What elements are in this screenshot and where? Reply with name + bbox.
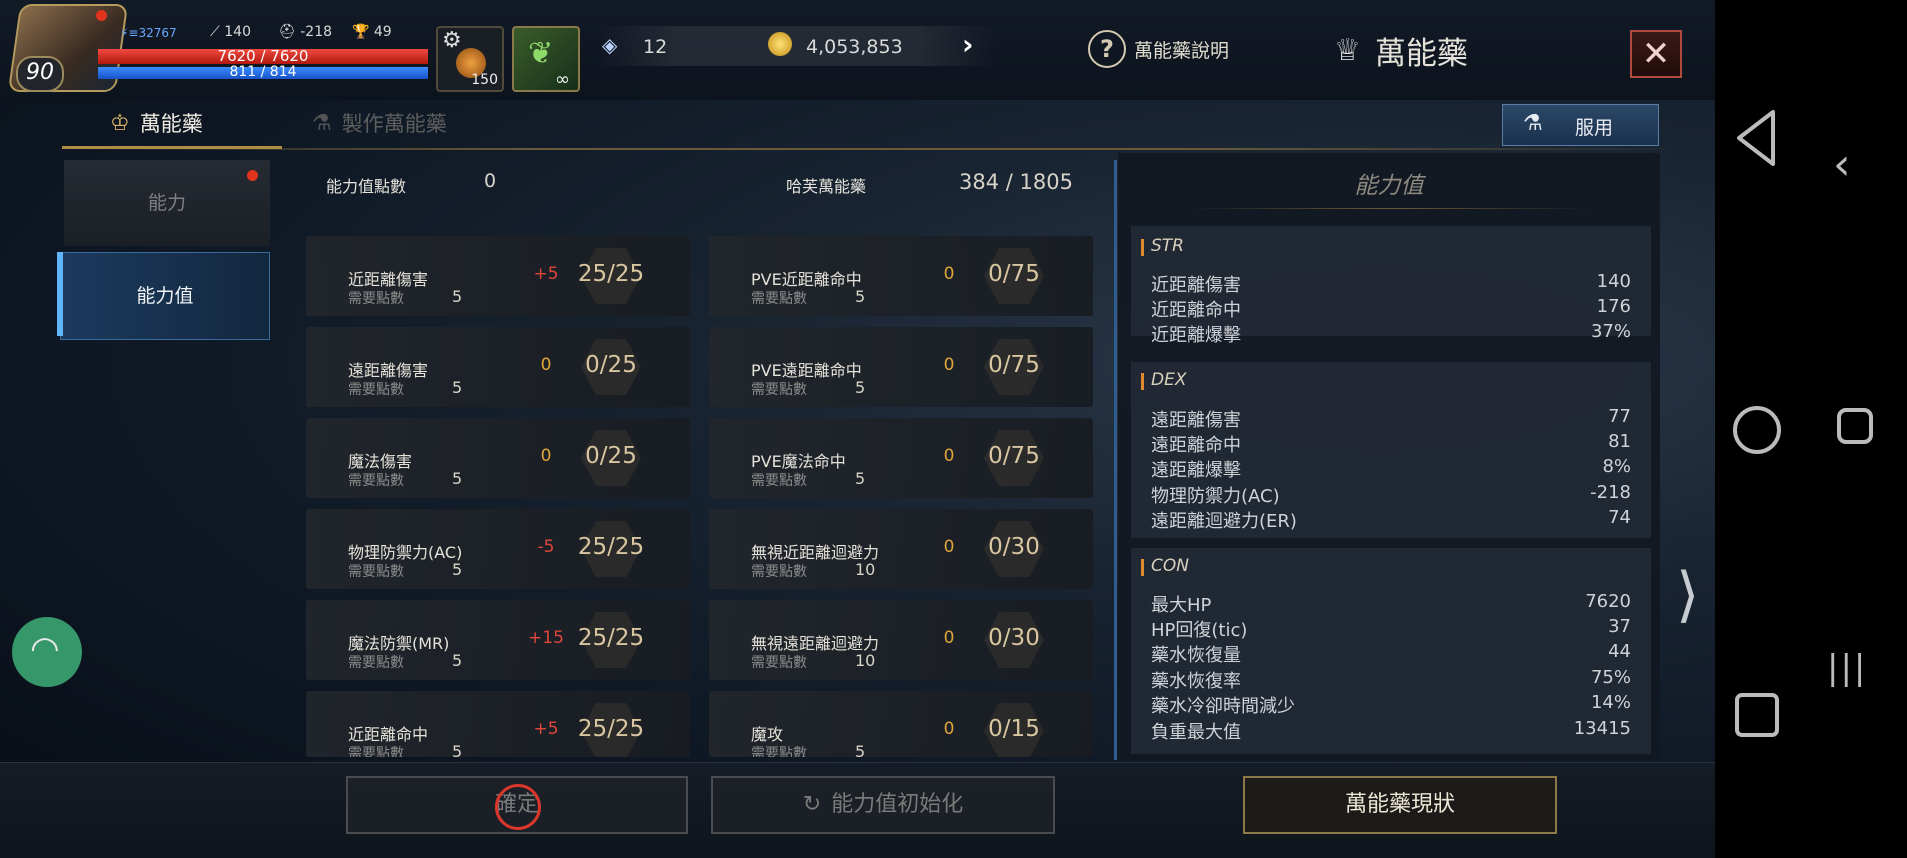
active-indicator bbox=[57, 252, 63, 336]
question-icon: ? bbox=[1088, 30, 1126, 68]
elixir-label: 哈芙萬能藥 bbox=[786, 177, 867, 196]
stat-row: 遠距離迴避力(ER) 74 bbox=[1151, 507, 1631, 532]
stat-card[interactable]: 近距離命中 需要點數 5 +5 25/25 bbox=[306, 691, 690, 757]
elixir-status-button[interactable]: 萬能藥現狀 bbox=[1243, 776, 1557, 834]
stat-card[interactable]: PVE遠距離命中 需要點數 5 0 0/75 bbox=[709, 327, 1093, 407]
power-stat: ⚡≡32767 bbox=[120, 26, 177, 40]
title-divider bbox=[1190, 208, 1590, 209]
stat-row: 藥水恢復率 75% bbox=[1151, 667, 1631, 692]
stat-card[interactable]: 魔法傷害 需要點數 5 0 0/25 bbox=[306, 418, 690, 498]
wifi-icon: ◠ bbox=[30, 629, 60, 669]
stat-row: 藥水冷卻時間減少 14% bbox=[1151, 692, 1631, 717]
use-button[interactable]: ⚗ 服用 bbox=[1502, 104, 1659, 146]
home-square-icon[interactable] bbox=[1837, 408, 1873, 444]
back-chevron-icon[interactable]: ‹ bbox=[1833, 143, 1851, 187]
potion-flask-icon: ⚗ bbox=[1523, 111, 1543, 136]
chevron-right-icon[interactable]: › bbox=[962, 28, 974, 61]
trophy-icon: 🏆 bbox=[352, 24, 370, 40]
reset-stats-button[interactable]: ↻ 能力值初始化 bbox=[711, 776, 1055, 834]
sword-icon: ⟋ bbox=[210, 24, 220, 40]
stat-row: 最大HP 7620 bbox=[1151, 591, 1631, 616]
close-button[interactable]: ✕ bbox=[1630, 30, 1682, 78]
back-triangle-icon[interactable] bbox=[1735, 108, 1777, 168]
side-panel-toggle-icon[interactable]: ⟩ bbox=[1676, 560, 1699, 630]
stat-card[interactable]: 遠距離傷害 需要點數 5 0 0/25 bbox=[306, 327, 690, 407]
crown-icon: ♔ bbox=[110, 110, 130, 136]
stat-card[interactable]: 無視遠距離迴避力 需要點數 10 0 0/30 bbox=[709, 600, 1093, 680]
stat-row: 近距離傷害 140 bbox=[1151, 271, 1631, 296]
tab-craft-elixir[interactable]: ⚗ 製作萬能藥 bbox=[312, 108, 447, 138]
section-heading: STR bbox=[1131, 236, 1651, 256]
stat-row: 物理防禦力(AC) -218 bbox=[1151, 482, 1631, 507]
active-tab-indicator bbox=[62, 146, 282, 149]
stat-row: 近距離爆擊 37% bbox=[1151, 321, 1631, 346]
leaf-icon: ❦ bbox=[528, 36, 554, 71]
close-icon: ✕ bbox=[1641, 34, 1671, 74]
section-heading: CON bbox=[1131, 556, 1651, 576]
tab-elixir[interactable]: ♔ 萬能藥 bbox=[110, 108, 203, 138]
stat-card[interactable]: PVE近距離命中 需要點數 5 0 0/75 bbox=[709, 236, 1093, 316]
recent-apps-icon[interactable]: ||| bbox=[1827, 648, 1867, 688]
elixir-value: 384 / 1805 bbox=[959, 170, 1073, 194]
trophy-stat: 🏆 49 bbox=[352, 24, 392, 40]
points-label: 能力值點數 bbox=[326, 177, 407, 196]
panel-scroll-edge bbox=[1114, 160, 1117, 760]
level-badge: 90 bbox=[16, 56, 64, 92]
hp-text: 7620 / 7620 bbox=[217, 47, 309, 65]
stat-card[interactable]: 近距離傷害 需要點數 5 +5 25/25 bbox=[306, 236, 690, 316]
stat-card[interactable]: 無視近距離迴避力 需要點數 10 0 0/30 bbox=[709, 509, 1093, 589]
confirm-button[interactable]: 確定 bbox=[346, 776, 688, 834]
help-button[interactable]: ? 萬能藥說明 bbox=[1088, 30, 1229, 68]
stat-row: 負重最大值 13415 bbox=[1151, 718, 1631, 743]
stat-card[interactable]: PVE魔法命中 需要點數 5 0 0/75 bbox=[709, 418, 1093, 498]
home-circle-icon[interactable] bbox=[1733, 406, 1781, 454]
gear-icon: ⚙ bbox=[442, 28, 462, 53]
defense-stat: ⛑ -218 bbox=[278, 24, 333, 40]
stats-panel-title: 能力值 bbox=[1354, 173, 1424, 199]
wifi-overlay-button[interactable]: ◠ bbox=[12, 617, 82, 687]
mp-text: 811 / 814 bbox=[229, 64, 297, 80]
stat-row: 藥水恢復量 44 bbox=[1151, 641, 1631, 666]
android-navigation-bar: ‹ ||| bbox=[1715, 0, 1907, 858]
str-section: STR 近距離傷害 140 近距離命中 176 近距離爆擊 37% bbox=[1131, 226, 1651, 346]
stat-card[interactable]: 魔法防禦(MR) 需要點數 5 +15 25/25 bbox=[306, 600, 690, 680]
con-section: CON 最大HP 7620 HP回復(tic) 37 藥水恢復量 44 藥水恢復率 75… bbox=[1131, 548, 1651, 754]
sidebar-item-stats[interactable]: 能力值 bbox=[60, 252, 270, 340]
gold-coin-icon bbox=[768, 32, 792, 56]
elixir-icon: ♕ bbox=[1334, 33, 1361, 68]
stat-row: HP回復(tic) 37 bbox=[1151, 616, 1631, 641]
tab-divider bbox=[45, 148, 1690, 150]
leaf-item-slot[interactable]: ❦ ∞ bbox=[512, 26, 580, 92]
gem-count: 12 bbox=[643, 36, 668, 58]
stat-card[interactable]: 魔攻 需要點數 5 0 0/15 bbox=[709, 691, 1093, 757]
stat-row: 遠距離爆擊 8% bbox=[1151, 456, 1631, 481]
points-value: 0 bbox=[484, 170, 497, 192]
flask-icon: ⚗ bbox=[312, 110, 332, 136]
refresh-icon: ↻ bbox=[802, 792, 822, 817]
gold-count: 4,053,853 bbox=[806, 36, 903, 58]
gem-icon: ◈ bbox=[602, 33, 618, 57]
stat-row: 遠距離命中 81 bbox=[1151, 431, 1631, 456]
stat-row: 遠距離傷害 77 bbox=[1151, 406, 1631, 431]
attack-stat: ⟋ 140 bbox=[210, 24, 251, 40]
stat-card[interactable]: 物理防禦力(AC) 需要點數 5 -5 25/25 bbox=[306, 509, 690, 589]
game-screen: 90 ⚡≡32767 ⟋ 140 ⛑ -218 🏆 49 7620 / 7620… bbox=[0, 0, 1715, 858]
overview-square-icon[interactable] bbox=[1735, 693, 1779, 737]
sidebar-item-ability[interactable]: 能力 bbox=[64, 160, 270, 246]
notification-dot bbox=[96, 10, 107, 21]
dex-section: DEX 遠距離傷害 77 遠距離命中 81 遠距離爆擊 8% 物理防禦力(AC) -21… bbox=[1131, 362, 1651, 538]
helmet-icon: ⛑ bbox=[278, 24, 296, 40]
notification-dot bbox=[247, 170, 258, 181]
section-heading: DEX bbox=[1131, 370, 1651, 390]
potion-item-slot[interactable]: ⚙ 150 bbox=[436, 26, 504, 92]
disabled-icon bbox=[495, 784, 541, 830]
power-icon: ⚡≡ bbox=[120, 26, 139, 40]
page-title: ♕ 萬能藥 bbox=[1334, 33, 1468, 72]
stat-row: 近距離命中 176 bbox=[1151, 296, 1631, 321]
